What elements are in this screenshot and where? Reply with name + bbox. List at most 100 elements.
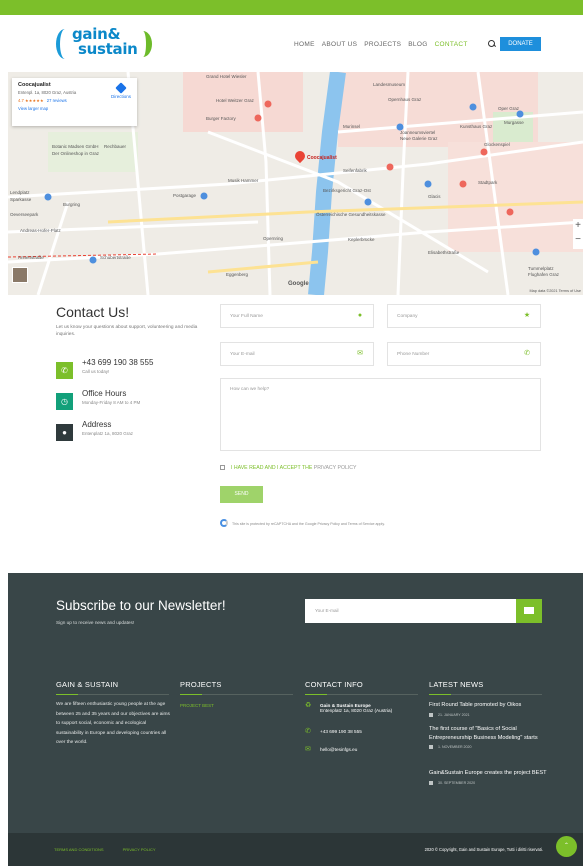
phone-placeholder: Phone Number <box>397 352 430 357</box>
newsletter-placeholder: Your E-mail <box>315 608 339 613</box>
phone-field[interactable]: Phone Number ✆ <box>387 342 541 366</box>
news-item[interactable]: First Round Table promoted by Oikos 21. … <box>429 701 547 717</box>
phone-icon: ✆ <box>56 362 73 379</box>
map-label: Der Onlineshop in Graz <box>52 151 100 156</box>
news-item[interactable]: Gain&Sustain Europe creates the project … <box>429 769 547 785</box>
contact-description: Let us know your questions about support… <box>56 325 198 337</box>
envelope-icon: ✉ <box>305 746 311 753</box>
phone-number[interactable]: +43 699 190 38 555 <box>82 358 153 367</box>
bottom-links: TERMS AND CONDITIONS PRIVACY POLICY <box>54 847 156 852</box>
star-icon: ★ <box>523 312 531 319</box>
news-title[interactable]: First Round Table promoted by Oikos <box>429 701 547 710</box>
company-field[interactable]: Company ★ <box>387 304 541 328</box>
phone-sub: Call us today! <box>82 369 110 374</box>
address-title: Address <box>82 420 112 429</box>
zoom-in-button[interactable]: + <box>573 219 583 233</box>
email-placeholder: Your E-mail <box>230 352 255 357</box>
phone-field-icon: ✆ <box>524 350 530 357</box>
hours-title: Office Hours <box>82 389 127 398</box>
footer-phone-number[interactable]: +43 699 190 38 555 <box>320 729 362 734</box>
news-date: 1. NOVEMBER 2020 <box>429 745 547 749</box>
map-label: Postgarage <box>173 193 197 198</box>
map-label: Sparkasse <box>10 197 32 202</box>
map-label: Flughafen Graz <box>528 272 560 277</box>
message-textarea[interactable]: How can we help? <box>220 378 541 451</box>
map-label: Hotel Weitzer Graz <box>216 98 254 103</box>
map-label: Murgasse <box>504 120 524 125</box>
nav-about-us[interactable]: ABOUT US <box>322 41 358 48</box>
newsletter-email-input[interactable]: Your E-mail <box>305 599 516 623</box>
footer-about-heading: GAIN & SUSTAIN <box>56 680 119 689</box>
hours-sub: Monday-Friday 8 AM to 4 PM <box>82 400 141 405</box>
search-icon[interactable] <box>487 39 496 48</box>
clock-icon: ◷ <box>56 393 73 410</box>
logo[interactable]: gain& sustain <box>56 27 156 63</box>
map-label: Bezirksgericht Graz-Ost <box>323 188 371 193</box>
logo-text: gain& sustain <box>72 27 138 57</box>
site-header: gain& sustain HOME ABOUT US PROJECTS BLO… <box>0 15 583 72</box>
zoom-out-button[interactable]: − <box>573 233 583 247</box>
map-label: Neue Galerie Graz <box>400 136 438 141</box>
reviews-link[interactable]: 27 reviews <box>47 98 67 103</box>
map-label: Österreichische Gesundheitskasse <box>316 212 386 217</box>
map-label: Burger Factory <box>206 116 236 121</box>
map-label: Keplerbrücke <box>348 237 375 242</box>
map-label: Oper Graz <box>498 106 520 111</box>
map-label: Botanic Madsen GmbH <box>52 144 99 149</box>
site-footer: Subscribe to our Newsletter! Sign up to … <box>8 573 583 866</box>
map-label: Murinsel <box>343 124 361 129</box>
street-view-thumbnail[interactable] <box>12 267 28 283</box>
divider <box>305 694 418 695</box>
map-label: Stadtpark <box>478 180 498 185</box>
newsletter-submit-button[interactable] <box>516 599 542 623</box>
map-label: Glockenspiel <box>484 142 510 147</box>
name-placeholder: Your Full Name <box>230 314 263 319</box>
map-label: Kunsthaus Graz <box>460 124 493 129</box>
footer-contact-heading: CONTACT INFO <box>305 680 363 689</box>
privacy-policy-link[interactable]: PRIVACY POLICY <box>314 465 357 471</box>
news-title[interactable]: Gain&Sustain Europe creates the project … <box>429 769 547 778</box>
divider <box>56 694 169 695</box>
send-button[interactable]: SEND <box>220 486 263 503</box>
privacy-checkbox[interactable] <box>220 465 225 470</box>
news-date: 30. SEPTEMBER 2020 <box>429 781 547 785</box>
envelope-icon: ✉ <box>357 350 363 357</box>
terms-link[interactable]: TERMS AND CONDITIONS <box>54 847 104 852</box>
map-zoom-control: + − <box>573 219 583 249</box>
map-legal[interactable]: Map data ©2021 Terms of Use <box>530 289 581 293</box>
name-field[interactable]: Your Full Name ● <box>220 304 374 328</box>
privacy-text: I HAVE READ AND I ACCEPT THE <box>231 465 313 471</box>
top-accent-bar <box>0 0 583 15</box>
privacy-link[interactable]: PRIVACY POLICY <box>123 847 156 852</box>
nav-contact[interactable]: CONTACT <box>435 41 468 48</box>
back-to-top-button[interactable]: ˆ <box>556 836 577 857</box>
footer-email[interactable]: hello@tesinfgs.eu <box>320 747 357 752</box>
map-label: Schubertstraße <box>100 255 131 260</box>
footer-projects-heading: PROJECTS <box>180 680 222 689</box>
map-label: Andreas-Hofer-Platz <box>20 228 61 233</box>
donate-button[interactable]: DONATE <box>500 37 541 51</box>
email-field[interactable]: Your E-mail ✉ <box>220 342 374 366</box>
bottom-bar: TERMS AND CONDITIONS PRIVACY POLICY 2020… <box>8 833 583 866</box>
company-placeholder: Company <box>397 314 418 319</box>
rating-stars: 4.7 ★★★★★ <box>18 98 44 103</box>
footer-news-heading: LATEST NEWS <box>429 680 484 689</box>
nav-projects[interactable]: PROJECTS <box>364 41 401 48</box>
google-map[interactable]: Grand Hotel Wiesler Landesmuseum Hotel W… <box>8 72 583 295</box>
main-nav: HOME ABOUT US PROJECTS BLOG CONTACT <box>294 41 468 48</box>
divider <box>429 694 542 695</box>
larger-map-link[interactable]: View larger map <box>18 106 131 111</box>
recaptcha-notice: This site is protected by reCAPTCHA and … <box>220 519 385 527</box>
user-icon: ● <box>357 312 363 319</box>
map-label: Rechbauer <box>104 144 127 149</box>
map-label: Burgring <box>63 202 81 207</box>
footer-project-link[interactable]: PROJECT BEST <box>180 703 214 708</box>
nav-blog[interactable]: BLOG <box>408 41 427 48</box>
news-item[interactable]: The first course of "Basics of Social En… <box>429 725 547 749</box>
google-logo: Google <box>288 281 309 287</box>
map-label: Oeverseepark <box>10 212 39 217</box>
directions-button[interactable]: Directions <box>111 82 131 99</box>
nav-home[interactable]: HOME <box>294 41 315 48</box>
news-title[interactable]: The first course of "Basics of Social En… <box>429 725 547 742</box>
message-placeholder: How can we help? <box>230 387 270 392</box>
